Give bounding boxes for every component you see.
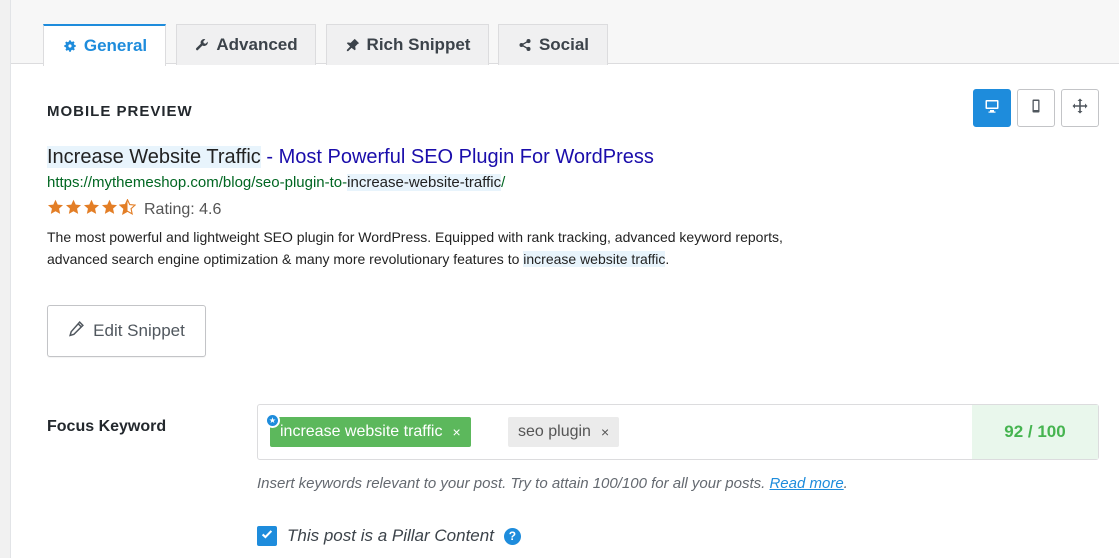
move-icon <box>1072 98 1088 119</box>
star-icon <box>47 199 64 220</box>
star-half-icon <box>118 198 137 220</box>
remove-keyword-icon[interactable]: × <box>601 424 609 440</box>
preview-mode-switcher <box>973 89 1099 127</box>
tab-bar: General Advanced Rich Snippet Social <box>11 0 1119 66</box>
rating-stars <box>47 198 137 220</box>
primary-keyword-star-icon: ★ <box>265 413 280 428</box>
pin-icon <box>345 37 361 53</box>
tab-advanced[interactable]: Advanced <box>176 24 316 65</box>
hint-text: Insert keywords relevant to your post. T… <box>257 475 770 492</box>
tab-label: General <box>83 36 148 55</box>
rating-label: Rating: 4.6 <box>144 200 222 218</box>
desktop-icon <box>984 98 1000 119</box>
serp-url-keyword: increase-website-traffic <box>347 174 502 191</box>
focus-keyword-label: Focus Keyword <box>47 418 167 435</box>
serp-url-prefix: https://mythemeshop.com/blog/seo-plugin-… <box>47 174 348 191</box>
serp-description: The most powerful and lightweight SEO pl… <box>47 226 827 270</box>
move-view-button[interactable] <box>1061 89 1099 127</box>
hint-end: . <box>843 475 848 492</box>
serp-title[interactable]: Increase Website Traffic - Most Powerful… <box>47 146 654 169</box>
edit-snippet-button[interactable]: Edit Snippet <box>47 305 206 357</box>
tab-label: Advanced <box>216 35 298 54</box>
pencil-icon <box>68 320 85 342</box>
read-more-link[interactable]: Read more <box>769 475 843 492</box>
serp-url-suffix: / <box>501 174 506 191</box>
focus-keyword-input[interactable]: ★ increase website traffic × seo plugin … <box>257 404 1099 460</box>
mobile-view-button[interactable] <box>1017 89 1055 127</box>
serp-desc-text: The most powerful and lightweight SEO pl… <box>47 229 783 267</box>
wrench-icon <box>194 37 210 53</box>
tab-rich-snippet[interactable]: Rich Snippet <box>326 24 489 65</box>
serp-url: https://mythemeshop.com/blog/seo-plugin-… <box>47 174 505 191</box>
checkmark-icon <box>260 526 274 546</box>
share-icon <box>517 37 533 53</box>
mobile-icon <box>1028 98 1044 119</box>
keyword-text: increase website traffic <box>280 423 443 440</box>
star-icon <box>83 199 100 220</box>
gear-icon <box>62 38 78 54</box>
seo-score-badge: 92 / 100 <box>972 405 1098 459</box>
tab-social[interactable]: Social <box>498 24 608 65</box>
tab-label: Rich Snippet <box>366 35 471 54</box>
serp-rating: Rating: 4.6 <box>47 198 222 220</box>
app-frame: General Advanced Rich Snippet Social MOB… <box>0 0 1119 558</box>
tab-label: Social <box>538 35 590 54</box>
serp-title-rest: - Most Powerful SEO Plugin For WordPress <box>260 146 654 168</box>
remove-keyword-icon[interactable]: × <box>452 424 460 440</box>
serp-desc-keyword: increase website traffic <box>523 251 666 267</box>
seo-meta-panel: General Advanced Rich Snippet Social MOB… <box>10 0 1119 558</box>
keyword-text: seo plugin <box>518 423 591 440</box>
help-icon[interactable]: ? <box>503 527 521 545</box>
edit-snippet-label: Edit Snippet <box>93 321 185 340</box>
pillar-content-checkbox[interactable] <box>257 526 277 546</box>
pillar-content-label: This post is a Pillar Content <box>287 526 494 545</box>
pillar-content-option: This post is a Pillar Content ? <box>257 526 521 546</box>
focus-keyword-hint: Insert keywords relevant to your post. T… <box>257 475 848 492</box>
keyword-chip[interactable]: seo plugin × <box>508 417 620 447</box>
star-icon <box>65 199 82 220</box>
serp-desc-end: . <box>665 251 670 267</box>
keyword-chip-primary[interactable]: increase website traffic × <box>270 417 471 447</box>
section-title: MOBILE PREVIEW <box>47 103 193 120</box>
desktop-view-button[interactable] <box>973 89 1011 127</box>
star-icon <box>101 199 118 220</box>
tab-general[interactable]: General <box>43 24 166 66</box>
serp-title-keyword: Increase Website Traffic <box>47 146 261 168</box>
